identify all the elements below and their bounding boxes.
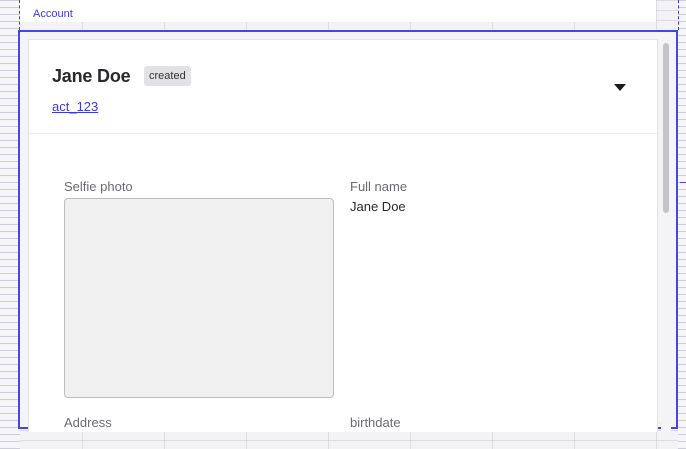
- account-section-label[interactable]: Account: [33, 8, 73, 20]
- full-name-value: Jane Doe: [350, 199, 406, 214]
- account-card: Jane Doe created act_123 Selfie photo Fu…: [28, 39, 658, 432]
- caret-down-icon: [614, 84, 626, 91]
- card-header: Jane Doe created act_123: [29, 40, 657, 134]
- address-label: Address: [64, 415, 112, 430]
- right-ruler: [678, 0, 686, 449]
- full-name-label: Full name: [350, 179, 408, 194]
- left-ruler: [0, 0, 20, 449]
- account-name-title: Jane Doe: [52, 66, 131, 86]
- right-edge-marker: [680, 182, 686, 183]
- account-id-link[interactable]: act_123: [52, 99, 98, 114]
- collapse-toggle-button[interactable]: [611, 80, 629, 94]
- card-scrollbar[interactable]: [661, 39, 671, 431]
- card-scrollbar-thumb[interactable]: [663, 43, 669, 213]
- selected-card-frame: Jane Doe created act_123 Selfie photo Fu…: [18, 30, 678, 432]
- selfie-photo-label: Selfie photo: [64, 179, 133, 194]
- birthdate-label: birthdate: [350, 415, 401, 430]
- status-badge: created: [144, 66, 191, 86]
- selfie-photo-placeholder[interactable]: [64, 198, 334, 398]
- account-section-panel: [20, 0, 656, 22]
- account-section-frame: Account: [19, 0, 679, 30]
